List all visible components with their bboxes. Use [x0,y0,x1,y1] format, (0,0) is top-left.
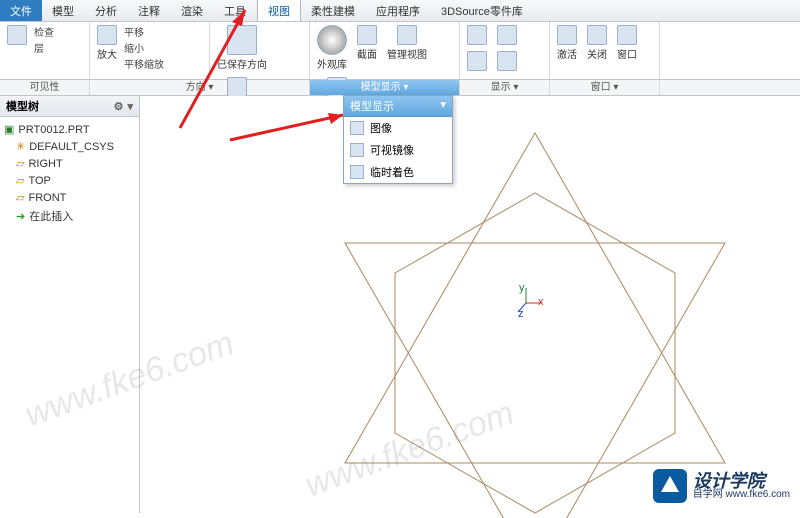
cad-drawing [140,118,800,518]
window-button[interactable]: 窗口 [614,24,640,62]
manage-views-button[interactable]: 管理视图 [384,24,430,62]
check-label[interactable]: 检查 [34,24,54,39]
close-button[interactable]: 关闭 [584,24,610,62]
menu-bar: 文件 模型 分析 注释 渲染 工具 视图 柔性建模 应用程序 3DSource零… [0,0,800,22]
ribbon: 检查 层 放大 平移 缩小 平移缩放 已保存方向 标准方向 外观库 截面 管理视… [0,22,800,80]
model-display-dropdown: 模型显示 图像 可视镜像 临时着色 [343,95,453,184]
activate-button[interactable]: 激活 [554,24,580,62]
tree-top[interactable]: ▱TOP [2,172,137,189]
tree-csys[interactable]: ✳DEFAULT_CSYS [2,138,137,155]
grp-visibility: 可见性 [0,80,90,95]
axis-x-label: x [538,296,544,308]
graphics-canvas[interactable]: x y z [140,96,800,513]
menu-apps[interactable]: 应用程序 [366,0,431,21]
zoomfit-label[interactable]: 缩小 [124,40,164,55]
sidebar-header: 模型树 ⚙▾ [0,96,139,117]
menu-file[interactable]: 文件 [0,0,42,21]
sidebar: 模型树 ⚙▾ ▣PRT0012.PRT ✳DEFAULT_CSYS ▱RIGHT… [0,96,140,513]
shade-icon [350,165,364,179]
tree-tools[interactable]: ⚙▾ [110,100,133,113]
logo-title: 设计学院 [693,472,790,490]
ribbon-group-labels: 可见性 方向 ▾ 模型显示 ▾ 显示 ▾ 窗口 ▾ [0,80,800,96]
logo-badge-icon [653,469,687,503]
annotation-arrow-2 [225,75,355,145]
menu-model[interactable]: 模型 [42,0,85,21]
dropdown-item-shade[interactable]: 临时着色 [344,161,452,183]
axis-z-label: z [518,308,524,320]
model-tree: ▣PRT0012.PRT ✳DEFAULT_CSYS ▱RIGHT ▱TOP ▱… [0,117,139,230]
tree-right[interactable]: ▱RIGHT [2,155,137,172]
tree-root[interactable]: ▣PRT0012.PRT [2,121,137,138]
menu-analysis[interactable]: 分析 [85,0,128,21]
brand-logo: 设计学院 自学网 www.fke6.com [653,469,790,503]
disp-b[interactable] [494,24,520,46]
layer-label[interactable]: 层 [34,40,54,55]
pan-label[interactable]: 平移 [124,24,164,39]
model-tree-title: 模型树 [6,98,39,114]
dropdown-item-mirror[interactable]: 可视镜像 [344,139,452,161]
menu-annotate[interactable]: 注释 [128,0,171,21]
grp-display[interactable]: 显示 ▾ [460,80,550,95]
tree-front[interactable]: ▱FRONT [2,189,137,206]
dropdown-item-image[interactable]: 图像 [344,117,452,139]
disp-d[interactable] [494,50,520,72]
panscale-label[interactable]: 平移缩放 [124,56,164,71]
mirror-icon [350,143,364,157]
tree-insert[interactable]: ➔在此插入 [2,206,137,226]
disp-a[interactable] [464,24,490,46]
dropdown-header[interactable]: 模型显示 [344,96,452,117]
menu-3dsource[interactable]: 3DSource零件库 [431,0,534,21]
image-icon [350,121,364,135]
grp-window[interactable]: 窗口 ▾ [550,80,660,95]
axis-y-label: y [519,282,525,294]
logo-subtitle: 自学网 www.fke6.com [693,490,790,500]
reset-button[interactable] [4,24,30,46]
disp-c[interactable] [464,50,490,72]
zoomin-button[interactable]: 放大 [94,24,120,62]
